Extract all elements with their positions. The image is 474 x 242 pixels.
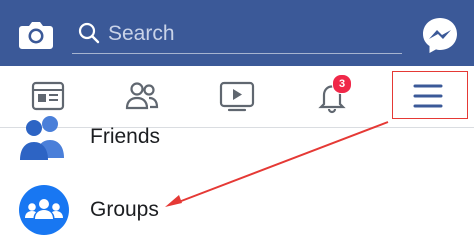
friends-icon	[20, 116, 64, 160]
search-input[interactable]: Search	[72, 14, 402, 54]
menu-item-friends[interactable]: Friends	[0, 110, 474, 170]
menu-item-label: Groups	[90, 198, 159, 221]
camera-button[interactable]	[14, 12, 58, 56]
messenger-button[interactable]	[418, 13, 462, 57]
search-icon	[78, 22, 100, 44]
camera-icon	[19, 22, 53, 49]
menu-item-label: Friends	[90, 125, 161, 148]
top-header: Search	[0, 0, 474, 66]
search-placeholder: Search	[108, 22, 175, 45]
menu-item-groups[interactable]: Groups	[0, 182, 474, 242]
messenger-icon	[423, 18, 457, 53]
notification-count-badge: 3	[332, 74, 352, 94]
groups-icon	[19, 185, 69, 235]
